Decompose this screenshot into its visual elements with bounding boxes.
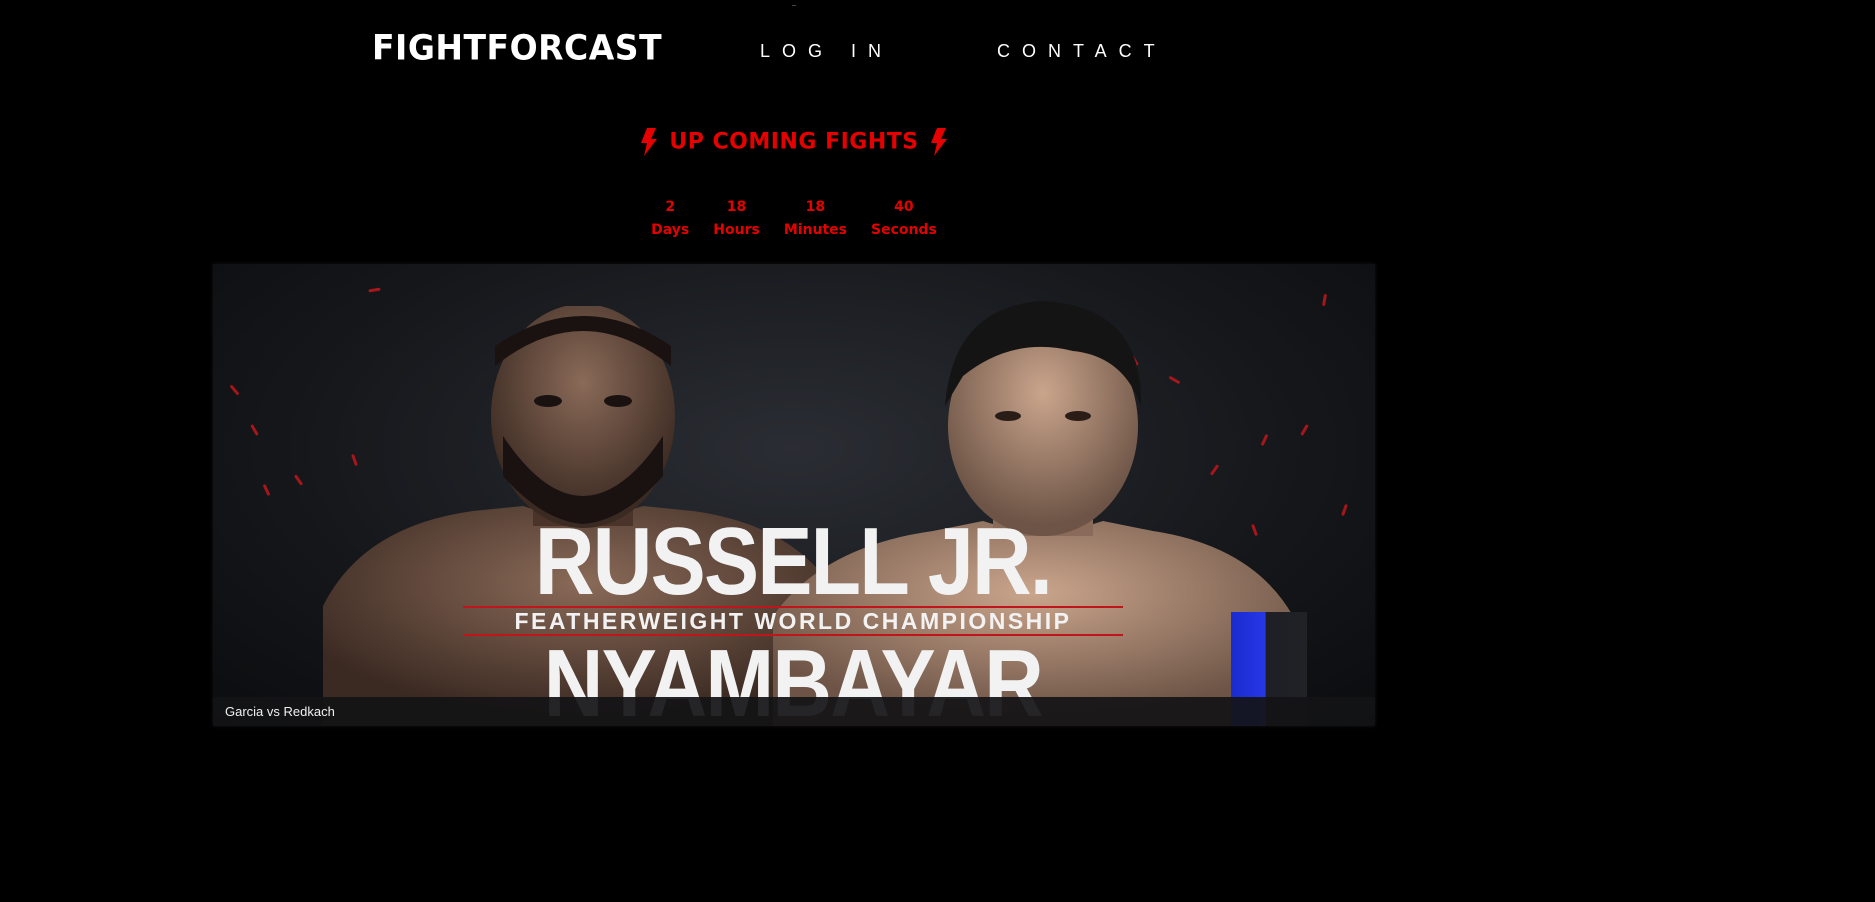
spark-decoration	[293, 474, 304, 486]
fight-banner-slide[interactable]: RUSSELL JR. FEATHERWEIGHT WORLD CHAMPION…	[213, 264, 1375, 726]
section-heading: UP COMING FIGHTS	[0, 128, 1588, 156]
spark-decoration	[229, 384, 240, 396]
spark-decoration	[250, 424, 259, 436]
spark-decoration	[1341, 503, 1348, 517]
countdown-label: Days	[651, 222, 690, 238]
lightning-bolt-icon	[641, 128, 658, 156]
spark-decoration	[368, 287, 381, 293]
banner-fighter-top-name: RUSSELL JR.	[534, 508, 1053, 615]
top-divider	[792, 5, 796, 6]
nav-login-link[interactable]: LOG IN	[760, 41, 893, 62]
section-title: UP COMING FIGHTS	[669, 129, 919, 155]
countdown-value: 40	[894, 199, 914, 215]
countdown-value: 2	[665, 199, 676, 215]
countdown-days: 2 Days	[651, 196, 689, 242]
nav-contact-link[interactable]: CONTACT	[997, 41, 1167, 62]
spark-decoration	[1300, 424, 1309, 436]
spark-decoration	[262, 483, 271, 497]
slide-caption-bar: Garcia vs Redkach	[213, 697, 1375, 726]
spark-decoration	[1321, 293, 1328, 307]
lightning-bolt-icon	[930, 128, 947, 156]
countdown-hours: 18 Hours	[713, 196, 760, 242]
countdown-label: Hours	[713, 222, 760, 238]
countdown-minutes: 18 Minutes	[784, 196, 847, 242]
countdown-timer: 2 Days 18 Hours 18 Minutes 40 Seconds	[0, 196, 1588, 242]
countdown-value: 18	[726, 199, 747, 215]
page: FIGHTFORCAST LOG IN CONTACT UP COMING FI…	[0, 0, 1568, 754]
countdown-label: Seconds	[871, 222, 937, 238]
slide-caption: Garcia vs Redkach	[225, 704, 335, 719]
site-logo[interactable]: FIGHTFORCAST	[372, 27, 662, 68]
countdown-value: 18	[805, 199, 826, 215]
countdown-seconds: 40 Seconds	[871, 196, 937, 242]
countdown-label: Minutes	[783, 222, 847, 238]
